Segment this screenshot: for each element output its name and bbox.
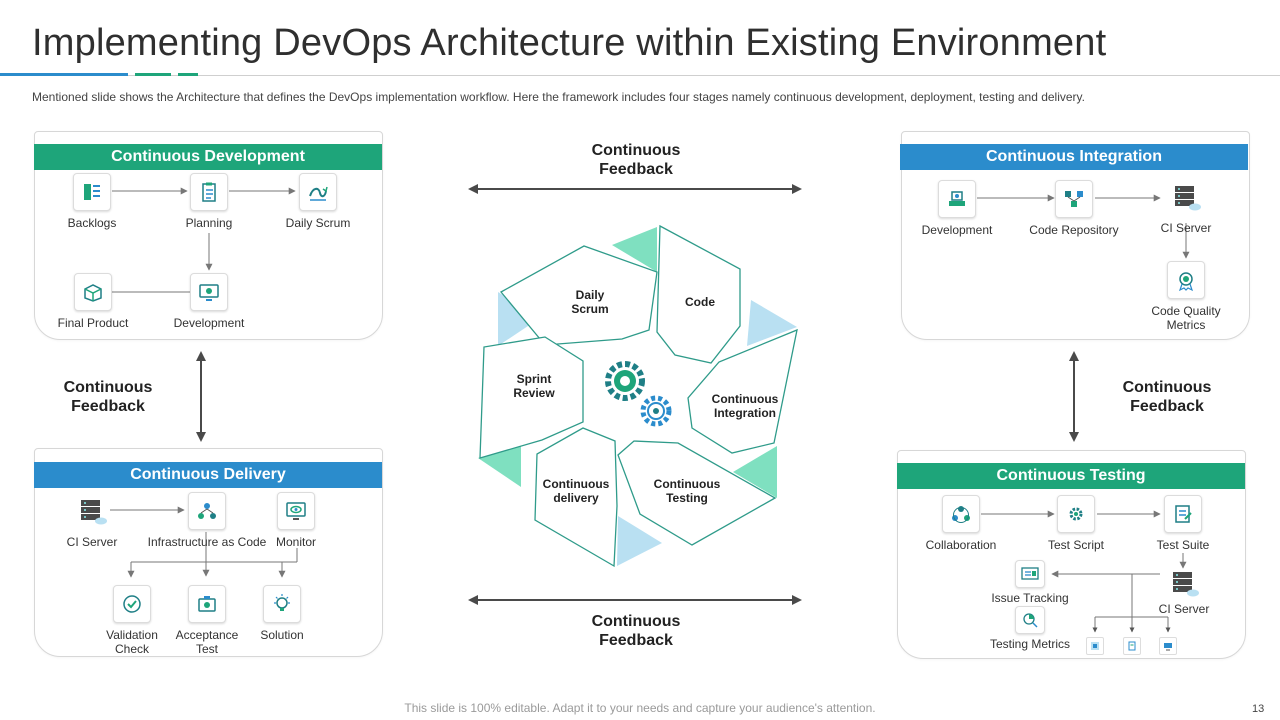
daily-scrum-line1: Daily	[575, 288, 605, 302]
integration-line2: Integration	[714, 406, 776, 420]
devops-cycle	[478, 224, 798, 568]
page-number: 13	[1252, 703, 1265, 715]
gear-icon	[605, 361, 645, 401]
testing-line2: Testing	[666, 491, 708, 505]
sprint-line1: Sprint	[516, 372, 552, 386]
cycle-testing-label: Continuous Testing	[642, 477, 732, 505]
cycle-delivery-label: Continuous delivery	[531, 477, 621, 505]
integration-line1: Continuous	[711, 392, 779, 406]
cycle-sprint-review-label: Sprint Review	[489, 372, 579, 400]
cycle-code-label: Code	[685, 295, 715, 309]
footer-note: This slide is 100% editable. Adapt it to…	[404, 701, 876, 715]
delivery-line2: delivery	[553, 491, 599, 505]
testing-line1: Continuous	[653, 477, 721, 491]
gear-small-icon	[640, 395, 672, 427]
cycle-integration-label: Continuous Integration	[700, 392, 790, 420]
daily-scrum-line2: Scrum	[571, 302, 609, 316]
delivery-line1: Continuous	[542, 477, 610, 491]
sprint-line2: Review	[513, 386, 555, 400]
cycle-daily-scrum-label: Daily Scrum	[545, 288, 635, 316]
